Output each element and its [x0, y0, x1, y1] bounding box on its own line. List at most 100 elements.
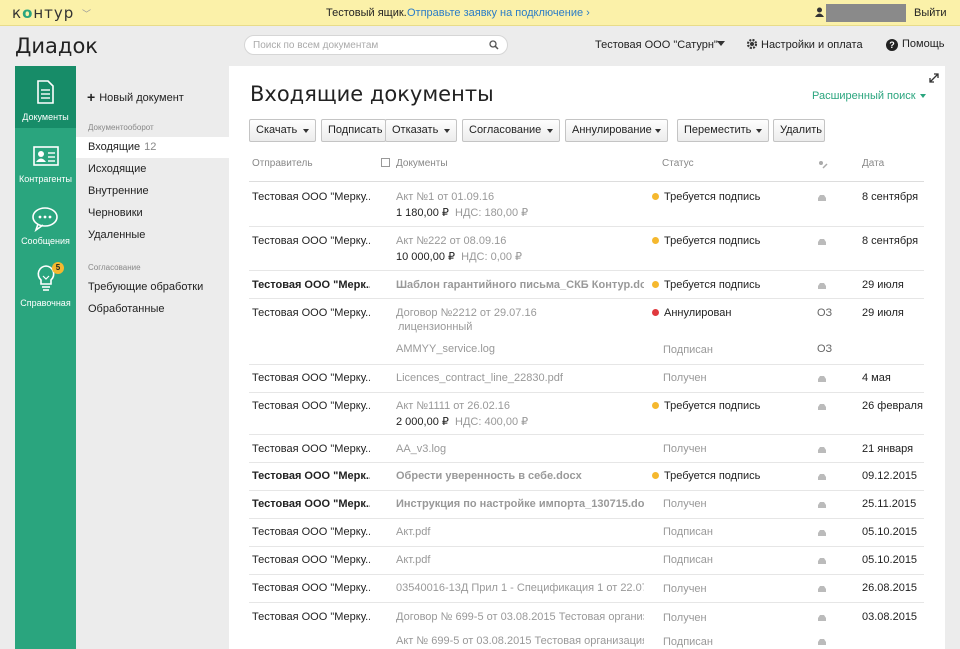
nav-item-pending[interactable]: Требующие обработки [76, 277, 229, 298]
expand-icon[interactable] [929, 73, 939, 83]
organization-selector[interactable]: Тестовая ООО "Сатурн" [595, 39, 718, 51]
settings-link[interactable]: Настройки и оплата [746, 38, 863, 51]
delete-button[interactable]: Удалить [773, 119, 825, 142]
status-text: Получен [663, 583, 707, 595]
status-dot [652, 402, 659, 409]
table-row[interactable]: Тестовая ООО "Мерку... Акт №1 от 01.09.1… [249, 183, 924, 227]
amount-value: 1 180,00 ₽ [396, 207, 449, 219]
table-row[interactable]: Тестовая ООО "Мерку... Акт №1111 от 26.0… [249, 393, 924, 435]
rail-item-contacts[interactable]: Контрагенты [15, 132, 76, 194]
sender-name: Тестовая ООО "Мерку... [252, 191, 370, 203]
table-row[interactable]: Тестовая ООО "Мерку... Акт №222 от 08.09… [249, 227, 924, 271]
move-label: Переместить [684, 124, 752, 136]
status-text: Аннулирован [664, 307, 732, 319]
nav-item-drafts[interactable]: Черновики [76, 203, 229, 224]
column-status[interactable]: Статус [662, 158, 694, 169]
reject-button[interactable]: Отказать [385, 119, 457, 142]
table-row[interactable]: Тестовая ООО "Мерку... AA_v3.log Получен… [249, 435, 924, 463]
document-name[interactable]: Акт №1 от 01.09.16 [396, 191, 644, 203]
request-connection-link[interactable]: Отправьте заявку на подключение › [407, 7, 590, 19]
table-row[interactable]: Акт № 699-5 от 03.08.2015 Тестовая орган… [249, 629, 924, 649]
caret-down-icon[interactable] [717, 41, 725, 46]
table-row[interactable]: Тестовая ООО "Мерк... Обрести уверенност… [249, 463, 924, 491]
inbox-icon [818, 502, 826, 508]
column-documents[interactable]: Документы [396, 158, 448, 169]
table-row[interactable]: Тестовая ООО "Мерк... Шаблон гарантийног… [249, 271, 924, 299]
document-date: 05.10.2015 [862, 554, 918, 566]
amount-value: 10 000,00 ₽ [396, 251, 455, 263]
document-name[interactable]: Обрести уверенность в себе.docx [396, 470, 644, 482]
column-date[interactable]: Дата [862, 158, 884, 169]
document-name[interactable]: AMMYY_service.log [396, 343, 644, 355]
document-name[interactable]: Акт.pdf [396, 526, 644, 538]
gear-icon [746, 38, 758, 50]
document-name[interactable]: AA_v3.log [396, 443, 644, 455]
document-name[interactable]: Договор № 699-5 от 03.08.2015 Тестовая о… [396, 611, 644, 623]
kontur-logo[interactable]: кoнтур [12, 4, 74, 22]
document-name[interactable]: Акт № 699-5 от 03.08.2015 Тестовая орган… [396, 635, 644, 647]
document-name[interactable]: Акт.pdf [396, 554, 644, 566]
document-date: 05.10.2015 [862, 526, 918, 538]
document-name[interactable]: Инструкция по настройке импорта_130715.d… [396, 498, 644, 510]
nav-item-inbox[interactable]: Входящие 12 [76, 137, 229, 158]
table-row[interactable]: Тестовая ООО "Мерку... Licences_contract… [249, 365, 924, 393]
table-row[interactable]: Тестовая ООО "Мерку... Акт.pdf Подписан … [249, 547, 924, 575]
status-text: Требуется подпись [664, 470, 761, 482]
select-all-checkbox[interactable] [381, 158, 390, 167]
nav-item-processed[interactable]: Обработанные [76, 299, 229, 320]
app-title[interactable]: Диадок [15, 34, 98, 58]
table-row[interactable]: Тестовая ООО "Мерку... Акт.pdf Подписан … [249, 519, 924, 547]
document-name[interactable]: Шаблон гарантийного письма_СКБ Контур.do… [396, 279, 644, 291]
document-name[interactable]: 03540016-13Д Прил 1 - Спецификация 1 от … [396, 582, 644, 594]
page-scrollbar[interactable] [945, 66, 960, 649]
caret-down-icon [919, 94, 926, 98]
document-date: 25.11.2015 [862, 498, 917, 510]
advanced-search-link[interactable]: Расширенный поиск [812, 90, 926, 102]
rail-item-messages[interactable]: Сообщения [15, 194, 76, 256]
search-box[interactable] [244, 35, 508, 55]
advanced-search-label: Расширенный поиск [812, 90, 916, 102]
reject-label: Отказать [392, 124, 439, 136]
page-title: Входящие документы [250, 82, 494, 106]
sender-name: Тестовая ООО "Мерку... [252, 372, 370, 384]
nav-item-label: Входящие [88, 141, 141, 153]
search-icon[interactable] [489, 40, 499, 50]
move-button[interactable]: Переместить [677, 119, 769, 142]
document-name[interactable]: Акт №1111 от 26.02.16 [396, 400, 644, 412]
chevron-down-icon[interactable]: ﹀ [82, 7, 91, 20]
document-name[interactable]: Акт №222 от 08.09.16 [396, 235, 644, 247]
document-name[interactable]: Договор №2212 от 29.07.16 [396, 307, 644, 319]
table-row[interactable]: Тестовая ООО "Мерку... Договор №2212 от … [249, 299, 924, 339]
nav-item-deleted[interactable]: Удаленные [76, 225, 229, 246]
section-title: Согласование [88, 263, 141, 272]
status-text: Требуется подпись [664, 279, 761, 291]
documents-icon [37, 80, 54, 104]
status-text: Подписан [663, 344, 713, 356]
rail-item-documents[interactable]: Документы [15, 66, 76, 128]
column-sender[interactable]: Отправитель [252, 158, 313, 169]
download-button[interactable]: Скачать [249, 119, 316, 142]
table-row[interactable]: AMMYY_service.log Подписан ОЗ [249, 339, 924, 365]
new-document-button[interactable]: + Новый документ [87, 89, 184, 105]
header-divider [249, 181, 924, 182]
cancellation-button[interactable]: Аннулирование [565, 119, 668, 142]
document-name[interactable]: Licences_contract_line_22830.pdf [396, 372, 644, 384]
vat-value: НДС: 400,00 ₽ [455, 416, 529, 428]
status-dot [652, 193, 659, 200]
sign-button[interactable]: Подписать [321, 119, 386, 142]
caret-down-icon [547, 129, 553, 133]
approval-button[interactable]: Согласование [462, 119, 560, 142]
help-link[interactable]: ? Помощь [886, 38, 945, 51]
table-row[interactable]: Тестовая ООО "Мерк... Инструкция по наст… [249, 491, 924, 519]
nav-item-internal[interactable]: Внутренние [76, 181, 229, 202]
table-row[interactable]: Тестовая ООО "Мерку... 03540016-13Д Прил… [249, 575, 924, 603]
search-input[interactable] [253, 38, 478, 52]
rail-label: Документы [22, 112, 69, 122]
table-header: Отправитель Документы Статус Дата [249, 158, 924, 176]
nav-item-outbox[interactable]: Исходящие [76, 159, 229, 180]
table-row[interactable]: Тестовая ООО "Мерку... Договор № 699-5 о… [249, 603, 924, 629]
rail-item-reference[interactable]: 5 Справочная [15, 256, 76, 318]
logout-link[interactable]: Выйти [914, 7, 947, 19]
user-name-redacted[interactable] [826, 4, 906, 22]
status-text: Требуется подпись [664, 191, 761, 203]
